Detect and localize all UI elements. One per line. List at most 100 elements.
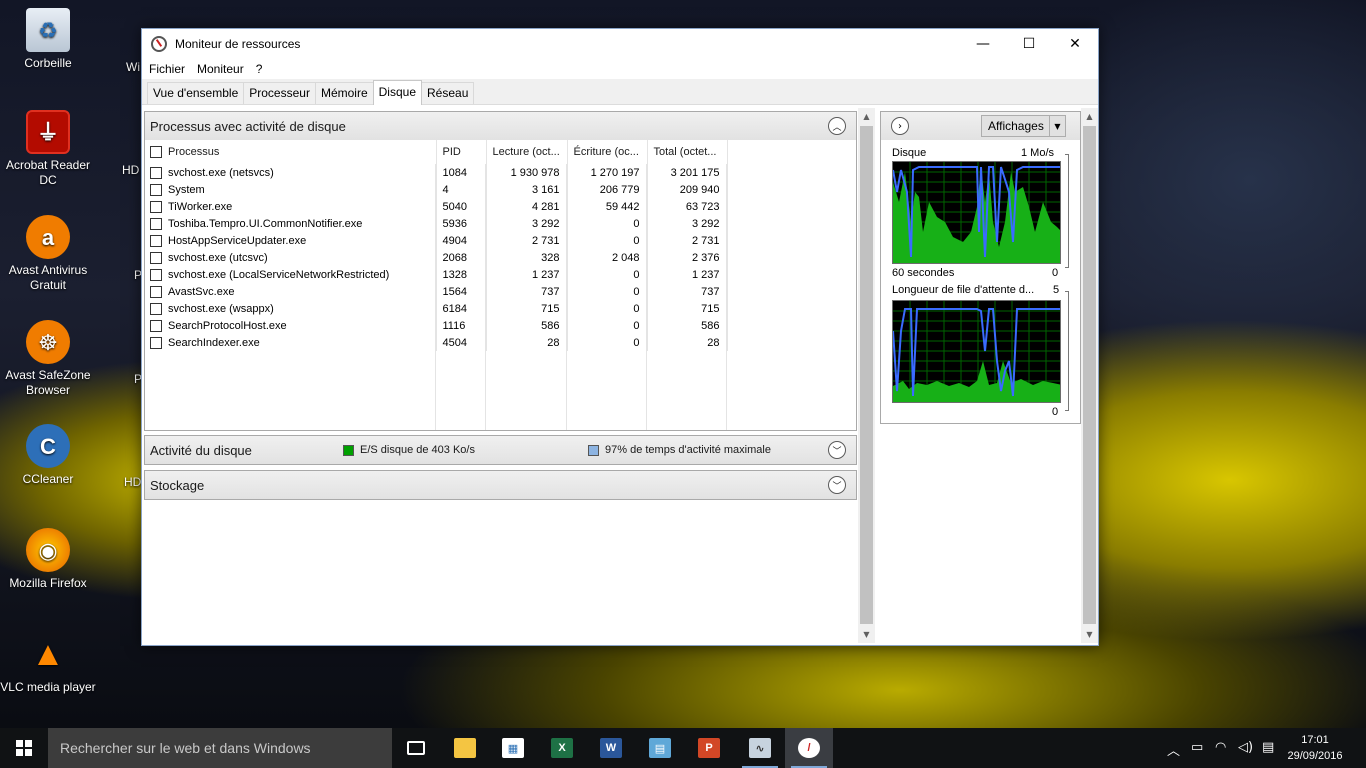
row-checkbox[interactable] [150,268,162,281]
tab-memory[interactable]: Mémoire [314,82,374,104]
table-row[interactable]: Toshiba.Tempro.UI.CommonNotifier.exe 5936… [145,215,728,232]
storage-section-header[interactable]: Stockage ﹀ [145,471,856,499]
row-checkbox[interactable] [150,336,162,349]
tab-cpu[interactable]: Processeur [243,82,316,104]
tab-overview[interactable]: Vue d'ensemble [147,82,245,104]
taskbar-control-panel[interactable]: ▤ [636,728,684,768]
column-header-read[interactable]: Lecture (oct... [486,140,568,164]
title-bar[interactable]: Moniteur de ressources — ☐ ✕ [142,29,1098,59]
scroll-thumb[interactable] [860,126,873,624]
table-row[interactable]: HostAppServiceUpdater.exe 4904 2 731 0 2 731 [145,232,728,249]
left-pane-scrollbar[interactable]: ▲ ▼ [858,108,875,643]
windows-logo-icon [16,740,32,756]
desktop-icon-recycle-bin[interactable]: ♻ Corbeille [0,8,96,71]
desktop-icon-vlc[interactable]: ▲ VLC media player [0,632,96,695]
process-name: Toshiba.Tempro.UI.CommonNotifier.exe [168,217,363,230]
scroll-up-arrow-icon[interactable]: ▲ [858,108,875,125]
taskbar-store[interactable]: ▦ [489,728,537,768]
action-center-icon[interactable]: ▤ [1262,740,1274,755]
processes-section-header[interactable]: Processus avec activité de disque ︿ [145,112,856,140]
desktop-icon-partial[interactable]: HD [124,475,141,489]
scroll-up-arrow-icon[interactable]: ▲ [1081,108,1098,125]
table-row[interactable]: svchost.exe (utcsvc) 2068 328 2 048 2 376 [145,249,728,266]
minimize-button[interactable]: — [960,29,1006,59]
tab-disk[interactable]: Disque [372,80,422,105]
row-checkbox[interactable] [150,302,162,315]
battery-icon[interactable]: ▭ [1191,740,1203,755]
table-row[interactable]: SearchProtocolHost.exe 1116 586 0 586 [145,317,728,334]
storage-section[interactable]: Stockage ﹀ [144,470,857,500]
table-row[interactable]: System 4 3 161 206 779 209 940 [145,181,728,198]
column-label: Processus [168,146,220,158]
taskbar-clock[interactable]: 17:01 29/09/2016 [1282,732,1348,764]
expand-icon[interactable]: ﹀ [828,476,846,494]
row-checkbox[interactable] [150,319,162,332]
taskbar-powerpoint[interactable]: P [685,728,733,768]
column-header-total[interactable]: Total (octet... [647,140,728,164]
taskbar-file-explorer[interactable] [441,728,489,768]
table-row[interactable]: svchost.exe (wsappx) 6184 715 0 715 [145,300,728,317]
row-checkbox[interactable] [150,285,162,298]
desktop-icon-firefox[interactable]: ◉ Mozilla Firefox [0,528,96,591]
disk-activity-section[interactable]: Activité du disque E/S disque de 403 Ko/… [144,435,857,465]
disk-graph-time: 60 secondes [892,267,955,279]
taskbar-resource-monitor[interactable]: / [785,728,833,768]
menu-monitor[interactable]: Moniteur [197,62,244,76]
pid-cell: 1564 [436,283,487,300]
wifi-icon[interactable]: ◠ [1215,740,1226,755]
window-title: Moniteur de ressources [175,37,301,51]
process-name: SearchProtocolHost.exe [168,319,287,332]
queue-graph [892,300,1061,403]
row-checkbox[interactable] [150,251,162,264]
scroll-down-arrow-icon[interactable]: ▼ [1081,626,1098,643]
row-checkbox[interactable] [150,183,162,196]
taskbar-search-input[interactable]: Rechercher sur le web et dans Windows [48,728,392,768]
right-pane-scrollbar[interactable]: ▲ ▼ [1081,108,1098,643]
acrobat-icon: ⏚ [26,110,70,154]
table-row[interactable]: TiWorker.exe 5040 4 281 59 442 63 723 [145,198,728,215]
taskbar-performance-monitor[interactable]: ∿ [736,728,784,768]
desktop-icon-safezone[interactable]: ☸ Avast SafeZone Browser [0,320,96,398]
column-header-pid[interactable]: PID [436,140,487,164]
row-checkbox[interactable] [150,234,162,247]
menu-file[interactable]: Fichier [149,62,185,76]
store-icon: ▦ [502,738,524,758]
perfmon-icon: ∿ [749,738,771,758]
close-button[interactable]: ✕ [1052,29,1098,59]
disk-activity-section-header[interactable]: Activité du disque E/S disque de 403 Ko/… [145,436,856,464]
table-row[interactable]: svchost.exe (netsvcs) 1084 1 930 978 1 270 … [145,164,728,181]
column-header-write[interactable]: Écriture (oc... [567,140,648,164]
show-hidden-icons-chevron-icon[interactable]: ︿ [1167,740,1180,759]
chevron-right-icon[interactable]: › [891,117,909,135]
taskbar-word[interactable]: W [587,728,635,768]
taskbar-excel[interactable]: X [538,728,586,768]
row-checkbox[interactable] [150,217,162,230]
row-checkbox[interactable] [150,200,162,213]
row-checkbox[interactable] [150,166,162,179]
disk-graph-svg [893,162,1060,263]
desktop-icon-partial[interactable]: Wi [126,60,140,74]
tab-network[interactable]: Réseau [421,82,475,104]
expand-icon[interactable]: ﹀ [828,441,846,459]
process-name-cell: TiWorker.exe [145,198,437,215]
table-row[interactable]: svchost.exe (LocalServiceNetworkRestrict… [145,266,728,283]
start-button[interactable] [0,728,48,768]
scroll-down-arrow-icon[interactable]: ▼ [858,626,875,643]
desktop-icon-ccleaner[interactable]: C CCleaner [0,424,96,487]
volume-icon[interactable]: ◁) [1238,740,1253,755]
column-header-process[interactable]: Processus [145,140,437,164]
desktop-icon-partial[interactable]: HD [122,163,139,177]
task-view-button[interactable] [392,728,440,768]
table-row[interactable]: AvastSvc.exe 1564 737 0 737 [145,283,728,300]
collapse-icon[interactable]: ︿ [828,117,846,135]
maximize-button[interactable]: ☐ [1006,29,1052,59]
table-row[interactable]: SearchIndexer.exe 4504 28 0 28 [145,334,728,351]
views-dropdown[interactable]: Affichages ▼ [981,115,1066,137]
desktop-icon-acrobat[interactable]: ⏚ Acrobat Reader DC [0,110,96,188]
scroll-thumb[interactable] [1083,126,1096,624]
desktop-icon-avast[interactable]: a Avast Antivirus Gratuit [0,215,96,293]
menu-help[interactable]: ? [256,62,263,76]
select-all-checkbox[interactable] [150,146,162,158]
dropdown-arrow-icon[interactable]: ▼ [1049,116,1065,136]
processes-table-area: Processus PID Lecture (oct... Écriture (… [145,140,856,430]
